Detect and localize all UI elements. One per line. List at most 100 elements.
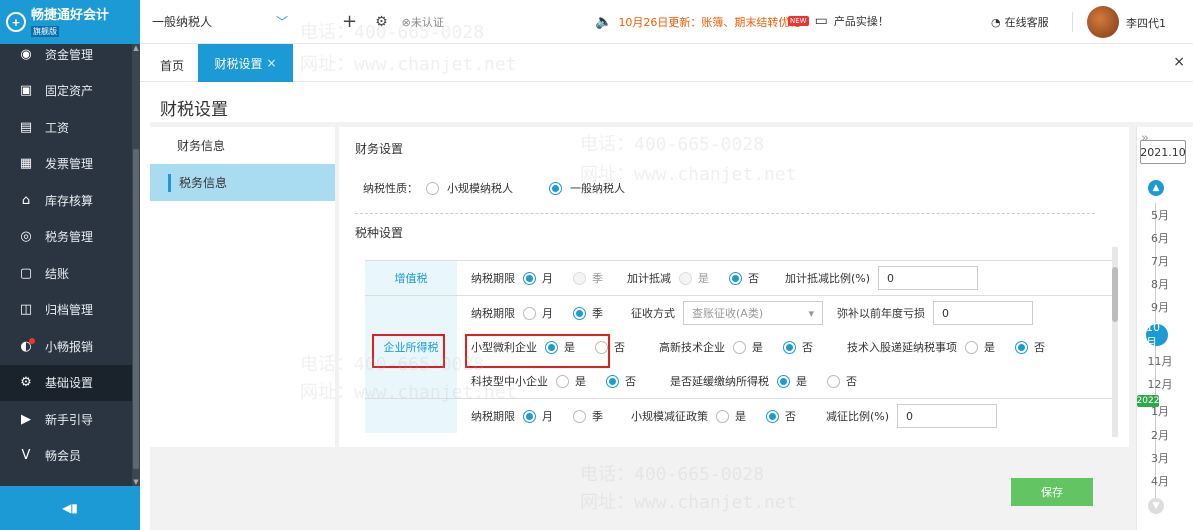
radio-label: 否: [614, 341, 625, 354]
other-reduce-input[interactable]: 0: [897, 404, 998, 428]
sidebar-item-label: 小畅报销: [45, 339, 94, 354]
cit-sme-no-radio[interactable]: [606, 374, 619, 388]
other-policy-no-radio[interactable]: [766, 409, 779, 423]
tab-tax-settings[interactable]: 财税设置 ×: [198, 44, 293, 82]
logo-text: 畅捷通好会计: [31, 7, 110, 23]
sidebar-item-label: 基础设置: [45, 376, 94, 391]
invoice-icon: ▦: [19, 156, 33, 172]
month-item[interactable]: 12月: [1137, 376, 1183, 392]
collapse-icon: ◀▮: [62, 501, 78, 515]
tax-nature-label: 纳税性质：: [363, 182, 418, 195]
logo-icon: +: [6, 12, 26, 32]
radio-general[interactable]: [549, 181, 562, 195]
sidebar-item-salary[interactable]: ▤ 工资: [0, 109, 132, 146]
radio-small-scale[interactable]: [426, 181, 439, 195]
sidebar-item-basic-settings[interactable]: ⚙ 基础设置: [0, 364, 132, 401]
sidebar-item-vip[interactable]: V 畅会员: [0, 438, 132, 475]
radio-label: 月: [542, 307, 553, 320]
scroll-down-icon[interactable]: ▼: [1148, 498, 1164, 514]
scroll-down-icon[interactable]: ▼: [132, 478, 140, 486]
add-icon[interactable]: +: [342, 11, 357, 32]
other-policy-yes-radio[interactable]: [716, 409, 729, 423]
cert-status[interactable]: ⊗未认证: [402, 14, 444, 30]
cit-tech-defer-yes-radio[interactable]: [965, 340, 978, 354]
cit-loss-input[interactable]: 0: [933, 301, 1033, 325]
update-notice[interactable]: 🔈 10月26日更新：账簿、期末结转优化: [595, 14, 800, 30]
current-month[interactable]: 10月: [1146, 321, 1168, 349]
gear-icon[interactable]: ⚙: [375, 14, 388, 30]
tab-close-icon[interactable]: ×: [266, 56, 276, 70]
vat-extra-deduct-no-radio[interactable]: [729, 271, 742, 285]
month-item[interactable]: 7月: [1137, 253, 1183, 269]
finance-section-title: 财务设置: [355, 142, 404, 156]
inventory-icon: ⌂: [21, 192, 31, 208]
sidebar-item-checkout[interactable]: ▢ 结账: [0, 255, 132, 292]
form-scroll-thumb[interactable]: [1112, 267, 1118, 322]
sidebar-item-reimburse[interactable]: ◐ 小畅报销: [0, 328, 132, 365]
sidebar-item-archive[interactable]: ◫ 归档管理: [0, 292, 132, 329]
radio-label: 否: [846, 375, 857, 388]
month-item[interactable]: 3月: [1137, 450, 1183, 466]
vat-extra-deduct-yes-radio[interactable]: [679, 271, 692, 285]
month-item[interactable]: 6月: [1137, 230, 1183, 246]
month-item[interactable]: 8月: [1137, 276, 1183, 292]
current-period[interactable]: 2021.10: [1140, 140, 1186, 164]
sidebar-item-fixed-assets[interactable]: ▣ 固定资产: [0, 73, 132, 110]
month-item[interactable]: 5月: [1137, 207, 1183, 223]
subnav-finance-info[interactable]: 财务信息: [150, 127, 335, 164]
close-icon[interactable]: ×: [1173, 54, 1185, 70]
field-label: 小规模减征政策: [631, 410, 708, 423]
save-button[interactable]: 保存: [1011, 478, 1093, 506]
avatar[interactable]: [1087, 6, 1119, 38]
month-item[interactable]: 11月: [1137, 353, 1183, 369]
product-demo-link[interactable]: NEW ▭ 产品实操！: [788, 13, 889, 29]
sidebar-item-invoice[interactable]: ▦ 发票管理: [0, 146, 132, 183]
highlight-box: [465, 334, 610, 368]
cit-period-month-radio[interactable]: [523, 306, 536, 320]
sidebar-item-tax[interactable]: ◎ 税务管理: [0, 219, 132, 256]
cit-tech-defer-no-radio[interactable]: [1015, 340, 1028, 354]
divider: [355, 213, 1095, 214]
month-item[interactable]: 9月: [1137, 299, 1183, 315]
cit-delay-no-radio[interactable]: [827, 374, 840, 388]
month-item[interactable]: 2月: [1137, 427, 1183, 443]
scroll-up-icon[interactable]: ▲: [1148, 180, 1164, 196]
cit-hightech-no-radio[interactable]: [783, 340, 796, 354]
cit-sme-yes-radio[interactable]: [556, 374, 569, 388]
field-label: 加计抵减: [627, 272, 671, 285]
sidebar-scroll-thumb[interactable]: [133, 149, 139, 469]
sidebar-item-inventory[interactable]: ⌂ 库存核算: [0, 182, 132, 219]
radio-label: 否: [1034, 341, 1045, 354]
radio-label: 小规模纳税人: [447, 182, 513, 195]
subnav-label: 税务信息: [179, 176, 228, 190]
cert-status-label: 未认证: [410, 15, 444, 29]
chevron-down-icon[interactable]: ﹀: [276, 13, 288, 30]
subnav-tax-info[interactable]: 税务信息: [150, 164, 335, 201]
month-item[interactable]: 4月: [1137, 473, 1183, 489]
online-service-link[interactable]: ◔ 在线客服: [991, 14, 1049, 30]
tax-icon: ◎: [20, 229, 32, 245]
scroll-up-icon[interactable]: ▲: [132, 44, 140, 52]
tax-type-selector[interactable]: 一般纳税人 ﹀: [140, 13, 320, 30]
sidebar-scrollbar[interactable]: ▲ ▼: [132, 44, 140, 486]
app-logo[interactable]: + 畅捷通好会计 旗舰版: [0, 0, 140, 44]
sidebar-item-guide[interactable]: ▶ 新手引导: [0, 401, 132, 438]
tab-home[interactable]: 首页: [160, 57, 184, 74]
vat-ratio-input[interactable]: 0: [878, 266, 979, 290]
cit-method-select[interactable]: 查账征收(A类) ▾: [683, 301, 823, 325]
tax-nature-row: 纳税性质： 小规模纳税人 一般纳税人: [363, 180, 625, 196]
other-period-month-radio[interactable]: [523, 409, 536, 423]
vat-period-month-radio[interactable]: [523, 271, 536, 285]
cit-hightech-yes-radio[interactable]: [733, 340, 746, 354]
divider: [1072, 12, 1073, 32]
sidebar-item-label: 固定资产: [45, 84, 94, 99]
cit-period-quarter-radio[interactable]: [573, 306, 586, 320]
month-item[interactable]: 1月: [1137, 403, 1183, 419]
archive-icon: ◫: [19, 302, 33, 318]
form-scrollbar[interactable]: [1112, 247, 1118, 437]
cit-delay-yes-radio[interactable]: [777, 374, 790, 388]
username[interactable]: 李四代1: [1126, 15, 1166, 31]
other-period-quarter-radio[interactable]: [573, 409, 586, 423]
vat-period-quarter-radio[interactable]: [573, 271, 586, 285]
collapse-sidebar-button[interactable]: ◀▮: [0, 486, 140, 530]
